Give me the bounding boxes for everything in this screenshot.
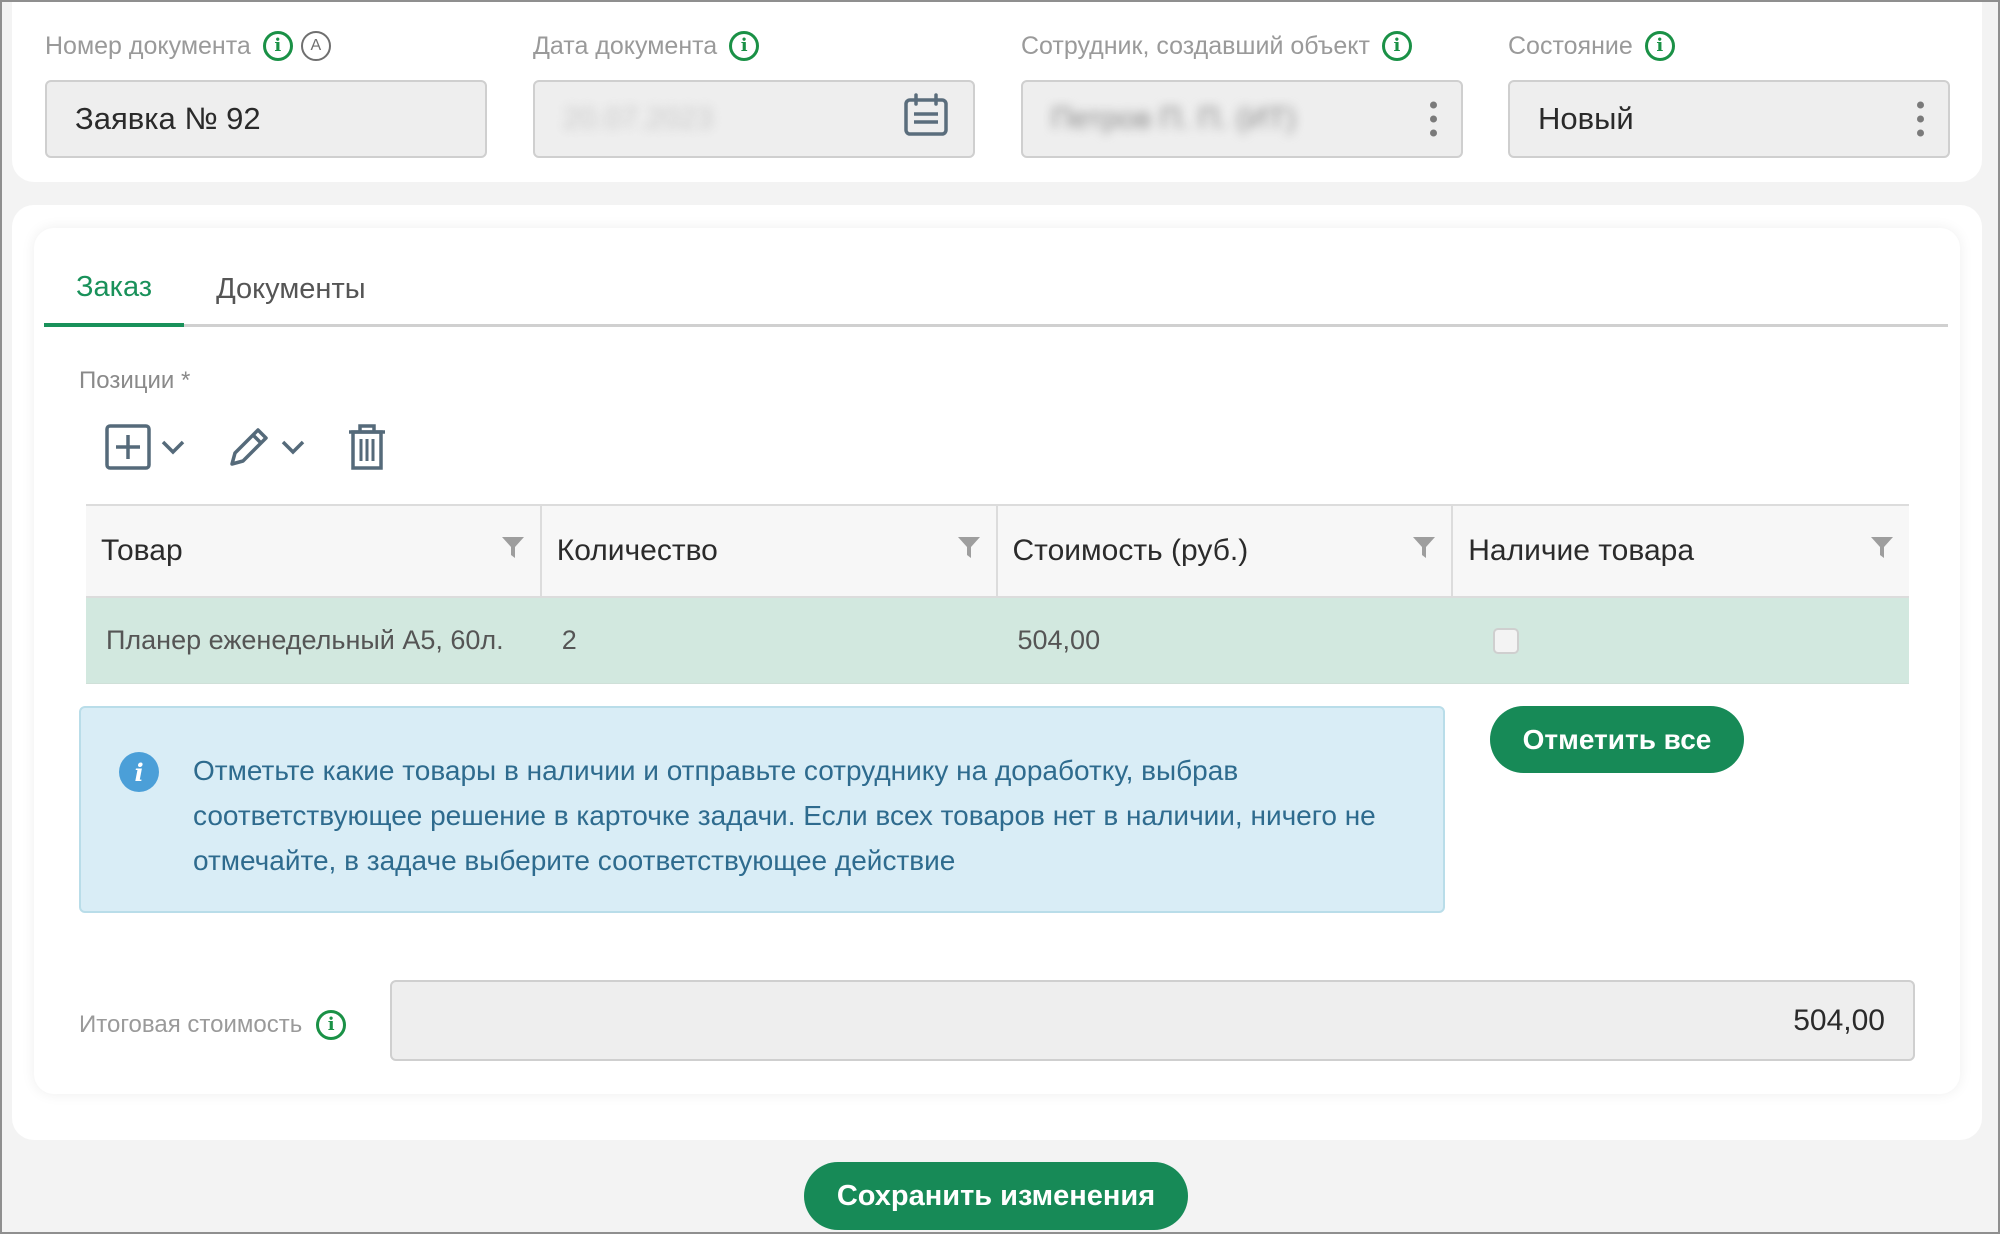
status-label: Состояние (1508, 31, 1633, 60)
more-options-icon[interactable] (1430, 101, 1437, 137)
cell-item: Планер еженедельный А5, 60л. (106, 625, 504, 655)
info-icon[interactable]: i (316, 1010, 347, 1040)
table-header: Товар Количество Стоимость (руб.) Наличи… (86, 506, 1909, 598)
info-message-text: Отметьте какие товары в наличии и отправ… (193, 755, 1376, 876)
column-header-label: Количество (556, 534, 718, 567)
info-icon[interactable]: i (1644, 31, 1675, 61)
creator-label: Сотрудник, создавший объект (1021, 31, 1370, 60)
doc-date-input[interactable]: 20.07.2023 (533, 80, 975, 158)
column-header-label: Наличие товара (1468, 534, 1695, 567)
doc-number-input[interactable]: Заявка № 92 (45, 80, 487, 158)
doc-number-value: Заявка № 92 (75, 101, 261, 136)
total-cost-label-group: Итоговая стоимость i (79, 1010, 347, 1040)
filter-icon[interactable] (1411, 534, 1437, 568)
cell-cost: 504,00 (1017, 625, 1101, 655)
save-changes-button[interactable]: Сохранить изменения (804, 1162, 1188, 1230)
chevron-down-icon (160, 439, 186, 455)
column-header-label: Товар (101, 534, 183, 567)
more-options-icon[interactable] (1917, 101, 1924, 137)
mark-all-button[interactable]: Отметить все (1490, 706, 1744, 773)
doc-date-label: Дата документа (533, 31, 718, 60)
column-header: Стоимость (руб.) (998, 506, 1454, 596)
chevron-down-icon (280, 439, 306, 455)
column-header-label: Стоимость (руб.) (1012, 534, 1249, 567)
table-row[interactable]: Планер еженедельный А5, 60л. 2 504,00 (86, 598, 1909, 684)
doc-date-field: Дата документа i 20.07.2023 (533, 28, 975, 158)
status-value: Новый (1538, 101, 1634, 136)
creator-value: Петров П. П. (ИТ) (1051, 102, 1296, 135)
cell-quantity: 2 (561, 625, 577, 655)
status-input[interactable]: Новый (1508, 80, 1950, 158)
total-cost-value: 504,00 (1793, 1003, 1885, 1037)
column-header: Количество (542, 506, 998, 596)
status-field: Состояние i Новый (1508, 28, 1950, 158)
trash-icon (346, 423, 388, 471)
filter-icon[interactable] (500, 534, 526, 568)
info-icon: i (119, 752, 159, 792)
edit-button[interactable] (226, 424, 306, 470)
column-header: Товар (86, 506, 542, 596)
creator-input[interactable]: Петров П. П. (ИТ) (1021, 80, 1463, 158)
positions-label: Позиции * (79, 367, 191, 394)
info-icon[interactable]: i (729, 31, 760, 61)
add-icon (104, 423, 152, 471)
delete-button[interactable] (346, 423, 388, 471)
filter-icon[interactable] (1869, 534, 1895, 568)
info-icon[interactable]: i (262, 31, 293, 61)
tab-documents[interactable]: Документы (184, 252, 398, 327)
document-header: Номер документа i A Заявка № 92 Дата док… (12, 2, 1982, 182)
doc-number-label: Номер документа (45, 31, 251, 60)
positions-table: Товар Количество Стоимость (руб.) Наличи… (86, 504, 1909, 684)
filter-icon[interactable] (956, 534, 982, 568)
autonumber-icon[interactable]: A (300, 31, 331, 61)
add-button[interactable] (104, 423, 186, 471)
creator-field: Сотрудник, создавший объект i Петров П. … (1021, 28, 1463, 158)
positions-toolbar (104, 423, 428, 471)
in-stock-checkbox[interactable] (1493, 627, 1520, 654)
tab-order[interactable]: Заказ (44, 252, 185, 327)
doc-number-field: Номер документа i A Заявка № 92 (45, 28, 487, 158)
cell-in-stock (1453, 598, 1909, 683)
doc-date-value: 20.07.2023 (563, 102, 714, 135)
tab-bar: Заказ Документы (44, 252, 1948, 327)
total-cost-field[interactable]: 504,00 (390, 980, 1915, 1061)
total-cost-label: Итоговая стоимость (79, 1011, 303, 1038)
info-icon[interactable]: i (1381, 31, 1412, 61)
column-header: Наличие товара (1453, 506, 1909, 596)
calendar-icon[interactable] (903, 93, 949, 145)
info-message: i Отметьте какие товары в наличии и отпр… (79, 706, 1445, 913)
edit-icon (226, 424, 272, 470)
